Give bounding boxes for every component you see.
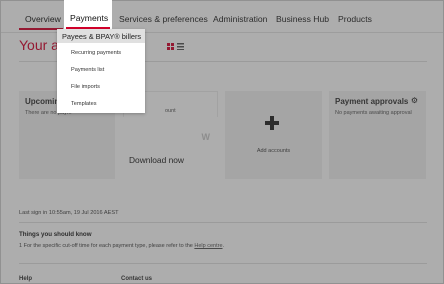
nav-payments-tab[interactable]: Payments <box>64 0 112 31</box>
menu-item-recurring-payments[interactable]: Recurring payments <box>71 50 121 56</box>
menu-item-payments-list[interactable]: Payments list <box>71 67 104 73</box>
payments-dropdown-menu: Payees & BPAY® billers Recurring payment… <box>57 29 145 113</box>
nav-payments[interactable]: Payments <box>70 13 108 23</box>
menu-item-templates[interactable]: Templates <box>71 101 97 107</box>
menu-item-file-imports[interactable]: File imports <box>71 84 100 90</box>
menu-item-payees-bpay[interactable]: Payees & BPAY® billers <box>62 32 141 41</box>
